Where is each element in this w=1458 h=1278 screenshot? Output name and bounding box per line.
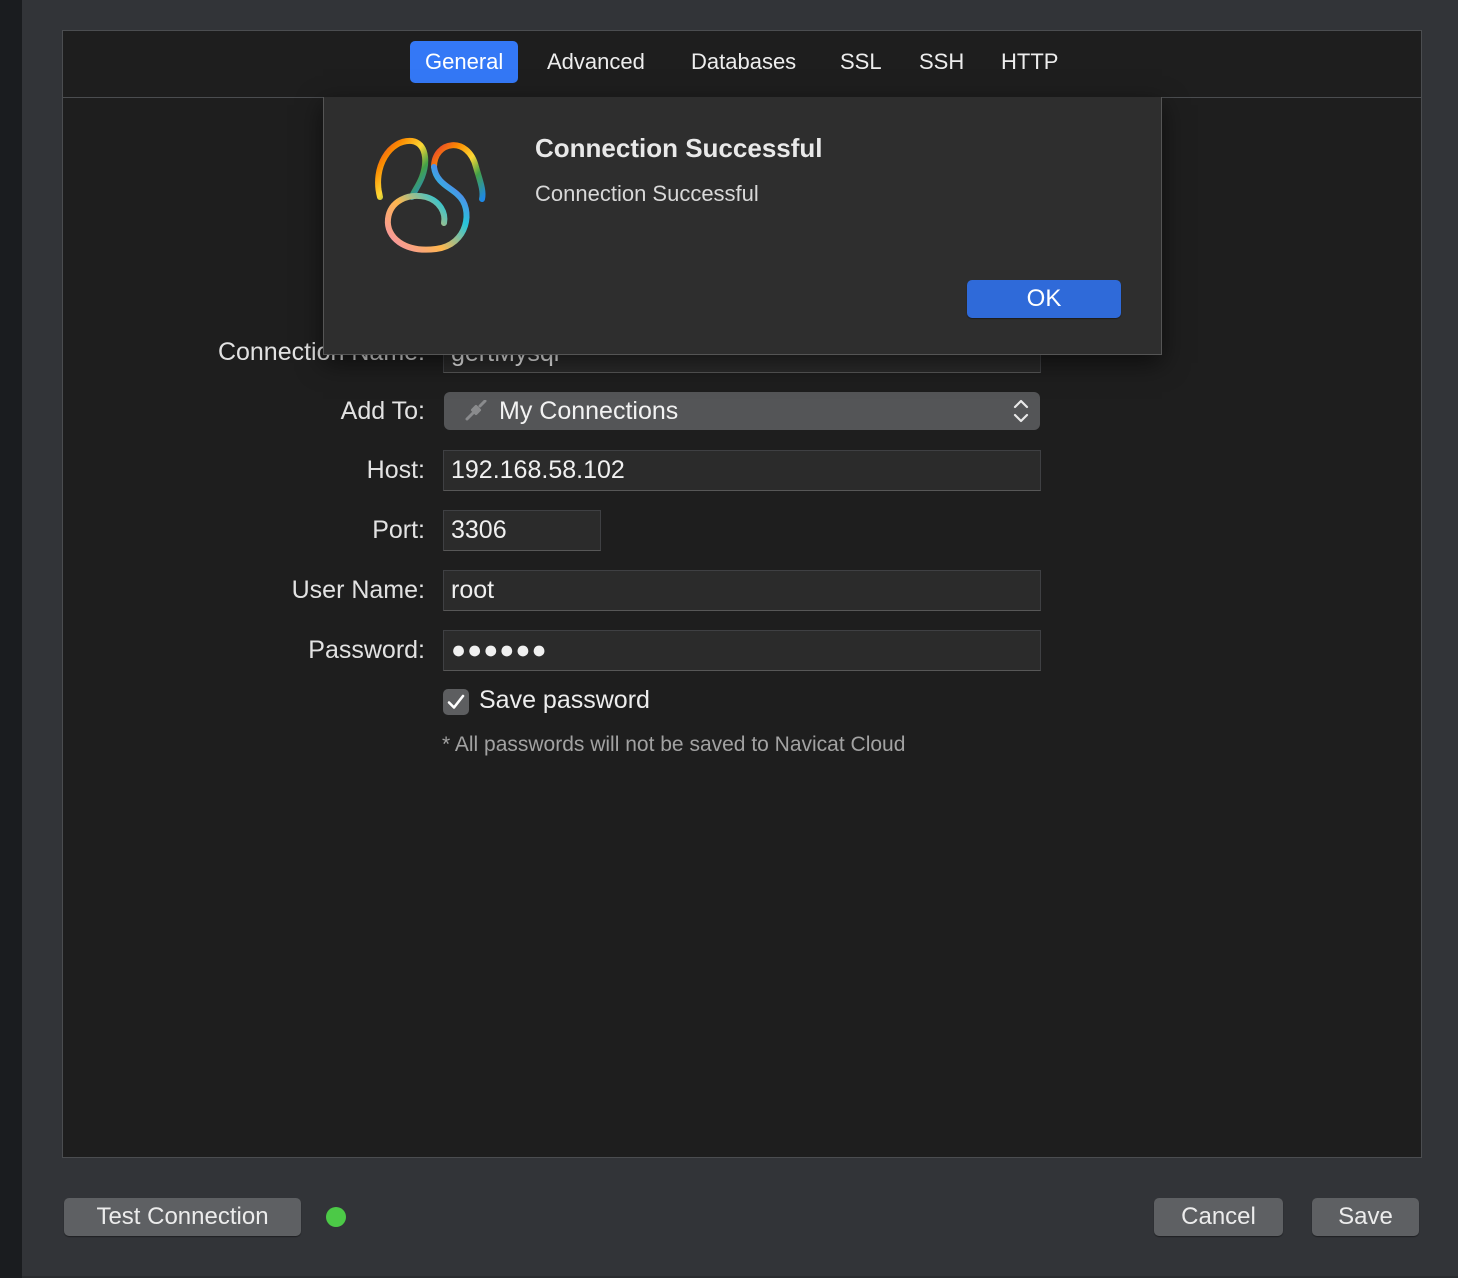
tab-http[interactable]: HTTP [986, 41, 1073, 83]
background-window-edge [0, 0, 23, 1278]
add-to-select[interactable]: My Connections [444, 392, 1040, 430]
connection-plug-icon [465, 400, 487, 421]
tab-advanced[interactable]: Advanced [532, 41, 660, 83]
save-password-checkbox[interactable] [443, 689, 469, 715]
tab-ssl[interactable]: SSL [825, 41, 897, 83]
chevron-updown-icon [1013, 399, 1029, 423]
user-name-field[interactable]: root [443, 570, 1041, 611]
tab-ssh[interactable]: SSH [904, 41, 979, 83]
checkmark-icon [447, 694, 465, 709]
save-password-label[interactable]: Save password [479, 686, 650, 715]
add-to-label: Add To: [340, 397, 425, 425]
password-field[interactable]: ●●●●●● [443, 630, 1041, 671]
save-button[interactable]: Save [1312, 1198, 1419, 1236]
user-name-label: User Name: [291, 576, 425, 604]
password-label: Password: [308, 636, 425, 664]
test-connection-button[interactable]: Test Connection [64, 1198, 301, 1236]
cloud-password-note: * All passwords will not be saved to Nav… [442, 733, 906, 756]
connection-success-dialog: Connection Successful Connection Success… [323, 97, 1162, 355]
add-to-value: My Connections [499, 397, 679, 425]
tab-general[interactable]: General [410, 41, 519, 83]
tab-databases[interactable]: Databases [676, 41, 811, 83]
port-field[interactable]: 3306 [443, 510, 601, 551]
connection-status-indicator [326, 1207, 346, 1227]
host-field[interactable]: 192.168.58.102 [443, 450, 1041, 491]
host-label: Host: [366, 456, 425, 484]
dialog-title: Connection Successful [535, 133, 823, 163]
port-label: Port: [372, 516, 425, 544]
navicat-logo-icon [375, 137, 486, 253]
tab-bar: General Advanced Databases SSL SSH HTTP [63, 31, 1421, 98]
dialog-message: Connection Successful [535, 181, 759, 206]
ok-button[interactable]: OK [967, 280, 1121, 318]
cancel-button[interactable]: Cancel [1154, 1198, 1283, 1236]
